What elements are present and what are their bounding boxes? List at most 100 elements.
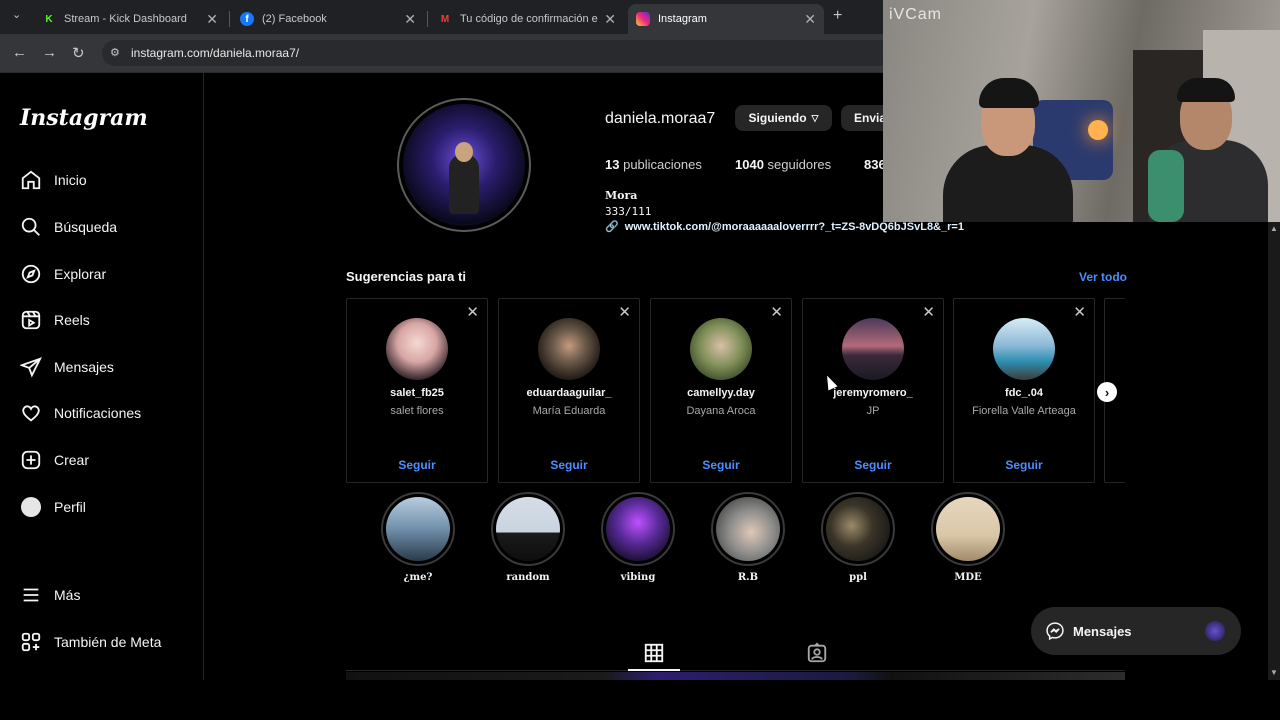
messages-pill[interactable]: Mensajes — [1031, 607, 1241, 655]
suggestion-username[interactable]: fdc_.04 — [954, 387, 1094, 399]
suggestion-avatar[interactable] — [993, 318, 1055, 380]
compass-icon — [20, 263, 42, 285]
profile-avatar[interactable] — [397, 98, 531, 232]
story-highlight[interactable]: random — [490, 492, 566, 583]
sidebar-item-label: Búsqueda — [54, 219, 118, 235]
sidebar-item-label: Perfil — [54, 499, 86, 515]
follow-button[interactable]: Seguir — [803, 458, 943, 472]
story-highlight[interactable]: ¿me? — [380, 492, 456, 583]
close-icon[interactable]: ✕ — [804, 11, 816, 28]
search-icon — [20, 216, 42, 238]
browser-tab-gmail[interactable]: M Tu código de confirmación es F ✕ — [430, 4, 624, 34]
story-highlight[interactable]: vibing — [600, 492, 676, 583]
scrollbar[interactable] — [1268, 222, 1280, 680]
suggestion-username[interactable]: jeremyromero_ — [803, 387, 943, 399]
suggestion-username[interactable]: camellyy.day — [651, 387, 791, 399]
tab-label: Stream - Kick Dashboard — [64, 13, 187, 25]
tab-separator — [427, 11, 428, 27]
close-icon[interactable]: ✕ — [922, 303, 935, 321]
following-button-label: Siguiendo — [748, 111, 807, 125]
scroll-up-icon[interactable]: ▲ — [1270, 224, 1278, 233]
sidebar-item-crear[interactable]: Crear — [20, 445, 89, 475]
close-icon[interactable]: ✕ — [770, 303, 783, 321]
suggestion-avatar[interactable] — [538, 318, 600, 380]
close-icon[interactable]: ✕ — [404, 11, 416, 28]
suggestion-card: ✕ jeremyromero_ JP Seguir — [802, 298, 944, 483]
highlight-label: vibing — [620, 572, 656, 583]
highlight-ring — [931, 492, 1005, 566]
new-tab-icon[interactable]: + — [833, 7, 842, 25]
posts-count-number: 13 — [605, 157, 620, 172]
browser-tab-kick[interactable]: K Stream - Kick Dashboard ✕ — [34, 4, 226, 34]
close-icon[interactable]: ✕ — [604, 11, 616, 28]
facebook-icon: f — [240, 12, 254, 26]
close-icon[interactable]: ✕ — [618, 303, 631, 321]
suggestion-avatar[interactable] — [386, 318, 448, 380]
instagram-icon — [636, 12, 650, 26]
scroll-down-icon[interactable]: ▼ — [1270, 668, 1278, 677]
suggestion-avatar[interactable] — [690, 318, 752, 380]
suggestions-title: Sugerencias para ti — [346, 269, 466, 284]
reload-icon[interactable]: ↻ — [72, 44, 85, 62]
webcam-watermark: iVCam — [889, 6, 943, 23]
site-info-icon[interactable]: ⚙ — [110, 46, 120, 59]
grid-icon[interactable] — [643, 642, 665, 664]
sidebar-item-label: Mensajes — [54, 359, 114, 375]
back-icon[interactable]: ← — [12, 44, 27, 61]
profile-photo-figure — [449, 154, 479, 214]
highlight-ring — [491, 492, 565, 566]
following-button[interactable]: Siguiendo ▽ — [735, 105, 832, 131]
highlight-cover — [386, 497, 450, 561]
follow-button[interactable]: Seguir — [954, 458, 1094, 472]
tagged-icon[interactable] — [806, 642, 828, 664]
suggestion-card: ✕ eduardaaguilar_ María Eduarda Seguir — [498, 298, 640, 483]
sidebar-item-explorar[interactable]: Explorar — [20, 259, 106, 289]
sidebar-item-busqueda[interactable]: Búsqueda — [20, 212, 117, 242]
bio-text: 333/111 — [605, 205, 652, 218]
follow-button[interactable]: Seguir — [347, 458, 487, 472]
sidebar-item-mas[interactable]: Más — [20, 580, 80, 610]
sidebar-item-mensajes[interactable]: Mensajes — [20, 352, 114, 382]
sidebar-item-perfil[interactable]: Perfil — [20, 492, 86, 522]
sidebar-item-label: Más — [54, 587, 81, 603]
close-icon[interactable]: ✕ — [206, 11, 218, 28]
instagram-logo[interactable]: Instagram — [20, 105, 148, 131]
close-icon[interactable]: ✕ — [1073, 303, 1086, 321]
profile-photo-figure-head — [455, 142, 473, 162]
bio-link-text: www.tiktok.com/@moraaaaaaloverrrr?_t=ZS-… — [624, 221, 964, 233]
browser-tab-facebook[interactable]: f (2) Facebook ✕ — [232, 4, 424, 34]
close-icon[interactable]: ✕ — [466, 303, 479, 321]
story-highlight[interactable]: ppl — [820, 492, 896, 583]
sidebar-item-label: Crear — [54, 452, 90, 468]
suggestion-avatar[interactable] — [842, 318, 904, 380]
browser-tab-instagram[interactable]: Instagram ✕ — [628, 4, 824, 34]
highlight-ring — [821, 492, 895, 566]
suggestion-username[interactable]: eduardaaguilar_ — [499, 387, 639, 399]
followers-count-label: seguidores — [767, 157, 832, 172]
sidebar-item-inicio[interactable]: Inicio — [20, 165, 87, 195]
post-grid-preview[interactable] — [346, 672, 1125, 680]
send-icon — [20, 356, 42, 378]
highlight-label: ppl — [849, 572, 867, 583]
followers-count[interactable]: 1040 seguidores — [735, 157, 831, 172]
follow-button[interactable]: Seguir — [499, 458, 639, 472]
reels-icon — [20, 309, 42, 331]
sidebar-item-meta[interactable]: También de Meta — [20, 627, 161, 657]
sidebar-item-notificaciones[interactable]: Notificaciones — [20, 398, 141, 428]
highlight-cover — [826, 497, 890, 561]
followers-count-number: 1040 — [735, 157, 764, 172]
sidebar-item-label: Reels — [54, 312, 90, 328]
suggestion-card: ✕ salet_fb25 salet flores Seguir — [346, 298, 488, 483]
story-highlight[interactable]: R.B — [710, 492, 786, 583]
suggestion-username[interactable]: salet_fb25 — [347, 387, 487, 399]
see-all-link[interactable]: Ver todo — [1079, 270, 1127, 284]
follow-button[interactable]: Seguir — [651, 458, 791, 472]
url-text[interactable]: instagram.com/daniela.moraa7/ — [131, 46, 299, 60]
chevron-right-icon[interactable]: › — [1097, 382, 1117, 402]
story-highlight[interactable]: MDE — [930, 492, 1006, 583]
tab-label: (2) Facebook — [262, 13, 327, 25]
forward-icon[interactable]: → — [42, 44, 57, 61]
sidebar-item-reels[interactable]: Reels — [20, 305, 90, 335]
bio-name: Mora — [605, 189, 638, 202]
tab-search-chevron-icon[interactable]: ⌄ — [12, 8, 21, 21]
